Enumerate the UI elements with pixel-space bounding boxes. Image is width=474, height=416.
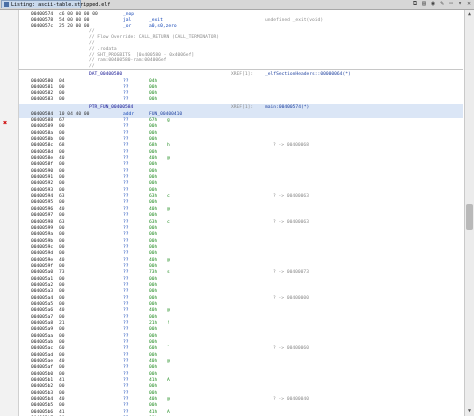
data-row[interactable]: 00400583 00 ?? 00h [19, 96, 463, 103]
more-icon[interactable]: ⋯ [448, 1, 454, 7]
copy-icon[interactable]: ⧉ [412, 1, 418, 7]
menu-icon[interactable]: ▾ [457, 1, 463, 7]
row-value: 00h [149, 97, 158, 102]
listing-view[interactable]: 00400574 c6 00 00 00 00 _nop 00400578 54 00 … [19, 10, 463, 416]
row-mnemonic: addr [123, 112, 135, 117]
row-char: A [167, 409, 170, 415]
row-operand[interactable]: FUN_00400410 [149, 111, 182, 118]
scroll-up-icon[interactable]: ▲ [466, 11, 473, 18]
tab-title: Listing: ascii-table.stripped.elf [11, 2, 111, 8]
row-bytes: 10 04 40 00 [59, 112, 90, 117]
row-address: 00400584 [31, 112, 54, 117]
xref-target[interactable]: _elfSectionHeaders::00000064(*) [265, 71, 351, 78]
edit-icon[interactable]: ✎ [439, 1, 445, 7]
listing-tab[interactable]: Listing: ascii-table.stripped.elf [1, 0, 110, 8]
selected-region[interactable]: PTR_FUN_00400584 XREF[1]: main:00400574(… [19, 104, 463, 118]
label-name[interactable]: PTR_FUN_00400584 [89, 104, 133, 111]
scroll-down-icon[interactable]: ▼ [466, 408, 473, 415]
data-row[interactable]: 004005b6 41 41h A?? [19, 410, 463, 416]
section-separator [19, 69, 463, 70]
paste-icon[interactable]: ▤ [421, 1, 427, 7]
bookmark-icon[interactable]: ✖ [3, 120, 7, 127]
window-titlebar: Listing: ascii-table.stripped.elf ⧉ ▤ ◉ ✎ ⋯ ▾… [0, 0, 474, 10]
row-mnemonic: ?? [123, 97, 129, 102]
vertical-scrollbar[interactable]: ▲ ▼ [464, 10, 474, 416]
label-row[interactable]: DAT_00400580 XREF[1]: _elfSectionHeaders… [19, 71, 463, 78]
pointer-row[interactable]: 00400584 10 04 40 00 addr FUN_00400410 [19, 111, 463, 118]
toolbar: ⧉ ▤ ◉ ✎ ⋯ ▾ ✕ [409, 0, 472, 9]
data-rows: 00400588 67 67h g?? 00400589 00 00h?? 0040058a 0… [19, 118, 463, 416]
listing-icon [4, 2, 9, 7]
xref-label: XREF[1]: [231, 72, 254, 77]
close-icon[interactable]: ✕ [466, 1, 472, 7]
xref-target[interactable]: main:00400574(*) [265, 104, 309, 111]
row-address: 00400583 [31, 97, 54, 102]
scroll-thumb[interactable] [466, 204, 473, 230]
snapshot-icon[interactable]: ◉ [430, 1, 436, 7]
row-bytes: 00 [59, 97, 65, 102]
bookmark-gutter[interactable]: ✖ [0, 10, 19, 416]
label-name[interactable]: DAT_00400580 [89, 71, 122, 78]
label-row[interactable]: PTR_FUN_00400584 XREF[1]: main:00400574(… [19, 104, 463, 111]
xref-label: XREF[1]: [231, 105, 254, 110]
